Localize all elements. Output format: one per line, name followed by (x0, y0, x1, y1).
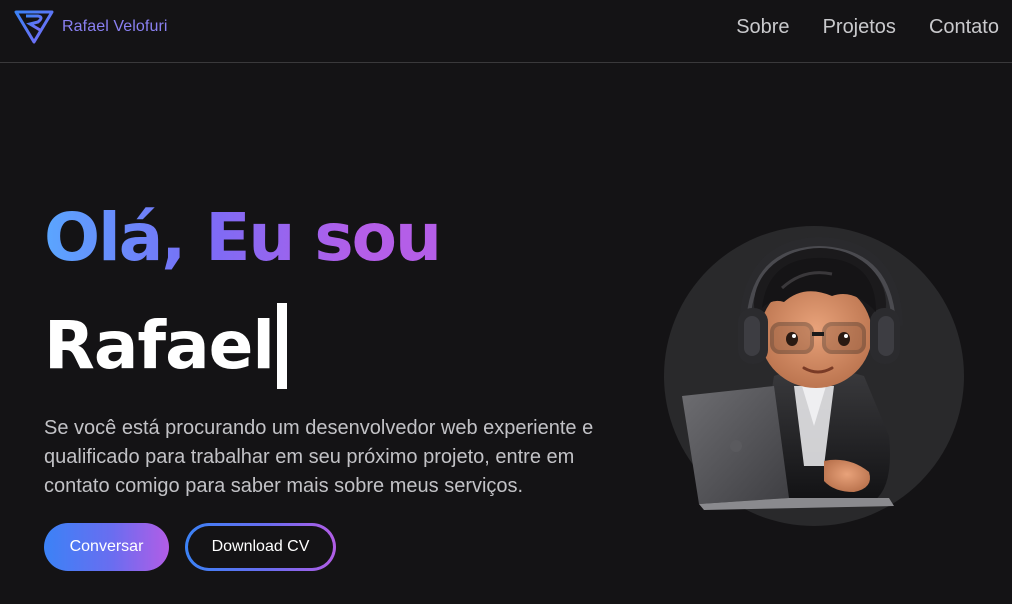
nav-link-sobre[interactable]: Sobre (736, 16, 789, 39)
main-nav: Sobre Projetos Contato (736, 16, 999, 39)
download-cv-button[interactable]: Download CV (185, 523, 336, 571)
rv-logo-icon[interactable] (12, 8, 56, 44)
nav-link-projetos[interactable]: Projetos (823, 16, 896, 39)
nav-link-contato[interactable]: Contato (929, 16, 999, 39)
brand-name[interactable]: Rafael Velofuri (62, 18, 168, 36)
site-header: Rafael Velofuri Sobre Projetos Contato (0, 0, 1012, 63)
typing-cursor (277, 303, 287, 389)
developer-avatar-illustration (682, 236, 903, 510)
hero-greeting: Olá, Eu sou (44, 196, 442, 280)
hero-description: Se você está procurando um desenvolvedor… (44, 417, 594, 497)
hero-name-wrapper: Rafael (44, 302, 287, 390)
hero-name: Rafael (44, 307, 275, 384)
conversar-button[interactable]: Conversar (44, 523, 169, 571)
download-cv-label: Download CV (188, 526, 333, 568)
